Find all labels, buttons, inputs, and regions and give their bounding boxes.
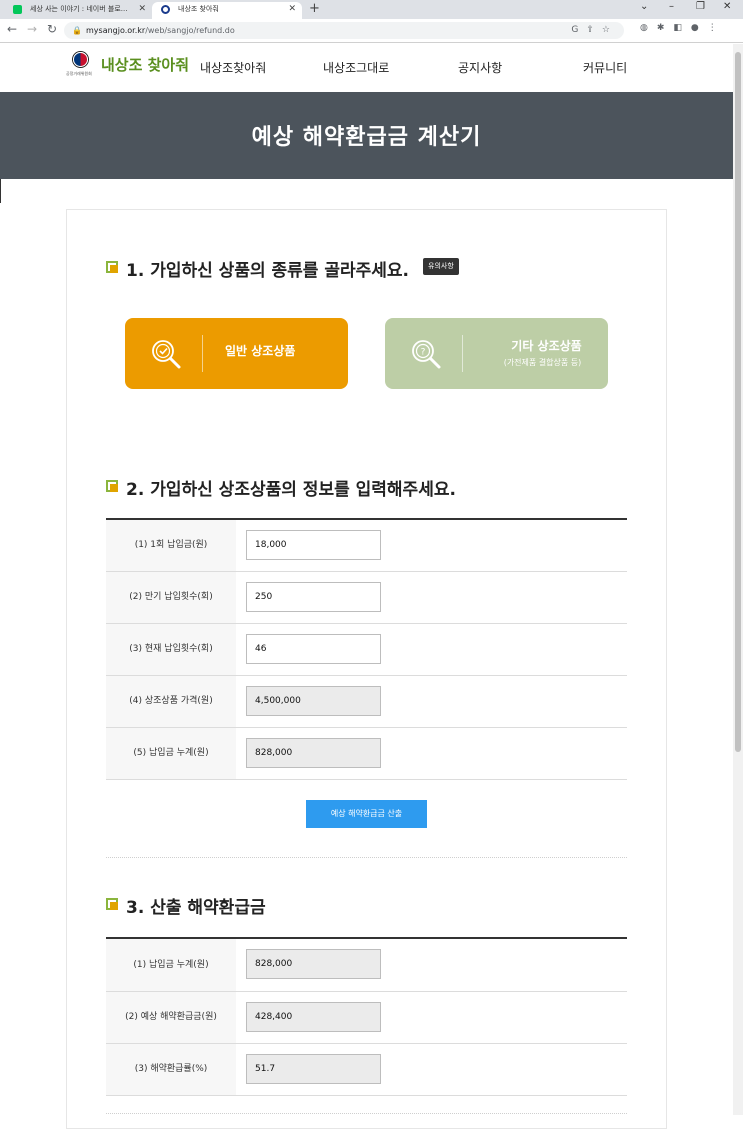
divider xyxy=(462,335,463,372)
notice-button[interactable]: 유의사항 xyxy=(423,258,459,275)
paid-total-field: 828,000 xyxy=(246,738,381,768)
tab-close-icon[interactable]: ✕ xyxy=(288,2,296,17)
forward-arrow-icon[interactable]: → xyxy=(27,22,37,36)
reload-icon[interactable]: ↻ xyxy=(47,22,57,36)
result-paid-total-field: 828,000 xyxy=(246,949,381,979)
nav-item-keep[interactable]: 내상조그대로 xyxy=(323,59,389,76)
site-header: 공정거래위원회 내상조 찾아줘 내상조찾아줘 내상조그대로 공지사항 커뮤니티 xyxy=(0,44,733,92)
section3-title: 3. 산출 해약환급금 xyxy=(126,898,266,918)
svg-text:?: ? xyxy=(421,348,426,358)
nav-item-find[interactable]: 내상조찾아줘 xyxy=(200,59,266,76)
section-bullet-icon xyxy=(106,898,118,910)
browser-tab-mysangjo[interactable]: 내상조 찾아줘 ✕ xyxy=(152,2,302,19)
tab-title: 세상 사는 이야기 : 네이버 블로... xyxy=(30,5,128,13)
section-divider xyxy=(106,857,627,858)
minimize-icon[interactable]: – xyxy=(669,1,674,12)
field-label: (2) 만기 납입횟수(회) xyxy=(106,572,236,623)
section-divider xyxy=(106,1113,627,1114)
nav-item-notice[interactable]: 공지사항 xyxy=(458,59,502,76)
product-sublabel: (가전제품 결합상품 등) xyxy=(503,358,582,367)
browser-tabbar: 세상 사는 이야기 : 네이버 블로... ✕ 내상조 찾아줘 ✕ + ⌄ – … xyxy=(0,0,743,19)
page-title: 예상 해약환급금 계산기 xyxy=(251,125,482,150)
form-row-installment: (1) 1회 납입금(원) 18,000 xyxy=(106,520,627,572)
divider xyxy=(0,179,1,203)
form-row-total-count: (2) 만기 납입횟수(회) 250 xyxy=(106,572,627,624)
product-price-field: 4,500,000 xyxy=(246,686,381,716)
field-label: (3) 현재 납입횟수(회) xyxy=(106,624,236,675)
product-label: 일반 상조상품 xyxy=(225,344,296,358)
url-field[interactable]: 🔒 mysangjo.or.kr/web/sangjo/refund.do G⇪… xyxy=(64,22,624,39)
field-label: (5) 납입금 누계(원) xyxy=(106,728,236,779)
product-label: 기타 상조상품 xyxy=(511,339,582,353)
government-emblem-icon[interactable] xyxy=(73,52,88,67)
result-row-refund: (2) 예상 해약환급금(원) 428,400 xyxy=(106,992,627,1044)
magnifier-question-icon: ? xyxy=(412,340,441,369)
result-refund-field: 428,400 xyxy=(246,1002,381,1032)
site-favicon-icon xyxy=(161,5,170,14)
tab-search-chevron-icon[interactable]: ⌄ xyxy=(640,1,648,12)
naver-favicon-icon xyxy=(13,5,22,14)
magnifier-check-icon xyxy=(152,340,181,369)
extension-icons[interactable]: ◍✱◧●⋮ xyxy=(640,23,726,33)
tab-title: 내상조 찾아줘 xyxy=(178,5,219,13)
general-product-button[interactable]: 일반 상조상품 xyxy=(125,318,348,389)
logo-subtitle: 공정거래위원회 xyxy=(66,71,92,76)
section-bullet-icon xyxy=(106,480,118,492)
total-payments-input[interactable]: 250 xyxy=(246,582,381,612)
field-label: (4) 상조상품 가격(원) xyxy=(106,676,236,727)
refund-result-table: (1) 납입금 누계(원) 828,000 (2) 예상 해약환급금(원) 42… xyxy=(106,937,627,1096)
section1-title: 1. 가입하신 상품의 종류를 골라주세요. xyxy=(126,261,410,281)
lock-icon: 🔒 xyxy=(72,26,82,35)
installment-amount-input[interactable]: 18,000 xyxy=(246,530,381,560)
form-row-current-count: (3) 현재 납입횟수(회) 46 xyxy=(106,624,627,676)
omnibox-action-icons[interactable]: G⇪☆ xyxy=(571,22,618,39)
nav-item-community[interactable]: 커뮤니티 xyxy=(583,59,627,76)
form-row-product-price: (4) 상조상품 가격(원) 4,500,000 xyxy=(106,676,627,728)
result-refund-rate-field: 51.7 xyxy=(246,1054,381,1084)
product-info-form: (1) 1회 납입금(원) 18,000 (2) 만기 납입횟수(회) 250 … xyxy=(106,518,627,780)
field-label: (1) 1회 납입금(원) xyxy=(106,520,236,571)
site-logo[interactable]: 내상조 찾아줘 xyxy=(101,54,189,75)
divider xyxy=(202,335,203,372)
hero-banner: 예상 해약환급금 계산기 xyxy=(0,92,733,179)
url-path: /web/sangjo/refund.do xyxy=(145,26,235,35)
section-bullet-icon xyxy=(106,261,118,273)
url-host: mysangjo.or.kr xyxy=(86,26,146,35)
back-arrow-icon[interactable]: ← xyxy=(7,22,17,36)
restore-icon[interactable]: ❐ xyxy=(696,1,705,12)
new-tab-button[interactable]: + xyxy=(309,1,320,16)
field-label: (3) 해약환급률(%) xyxy=(106,1044,236,1095)
result-row-refund-rate: (3) 해약환급률(%) 51.7 xyxy=(106,1044,627,1096)
other-product-button[interactable]: ? 기타 상조상품 (가전제품 결합상품 등) xyxy=(385,318,608,389)
current-payments-input[interactable]: 46 xyxy=(246,634,381,664)
section2-title: 2. 가입하신 상조상품의 정보를 입력해주세요. xyxy=(126,480,456,500)
browser-tab-naver-blog[interactable]: 세상 사는 이야기 : 네이버 블로... ✕ xyxy=(4,2,152,19)
form-row-paid-total: (5) 납입금 누계(원) 828,000 xyxy=(106,728,627,780)
field-label: (1) 납입금 누계(원) xyxy=(106,939,236,991)
tab-close-icon[interactable]: ✕ xyxy=(138,2,146,17)
browser-address-bar: ← → ↻ 🔒 mysangjo.or.kr/web/sangjo/refund… xyxy=(0,19,743,43)
result-row-paid-total: (1) 납입금 누계(원) 828,000 xyxy=(106,939,627,992)
scrollbar-thumb[interactable] xyxy=(735,52,741,752)
close-window-icon[interactable]: ✕ xyxy=(723,1,731,12)
field-label: (2) 예상 해약환급금(원) xyxy=(106,992,236,1043)
calculate-refund-button[interactable]: 예상 해약환급금 산출 xyxy=(306,800,427,828)
